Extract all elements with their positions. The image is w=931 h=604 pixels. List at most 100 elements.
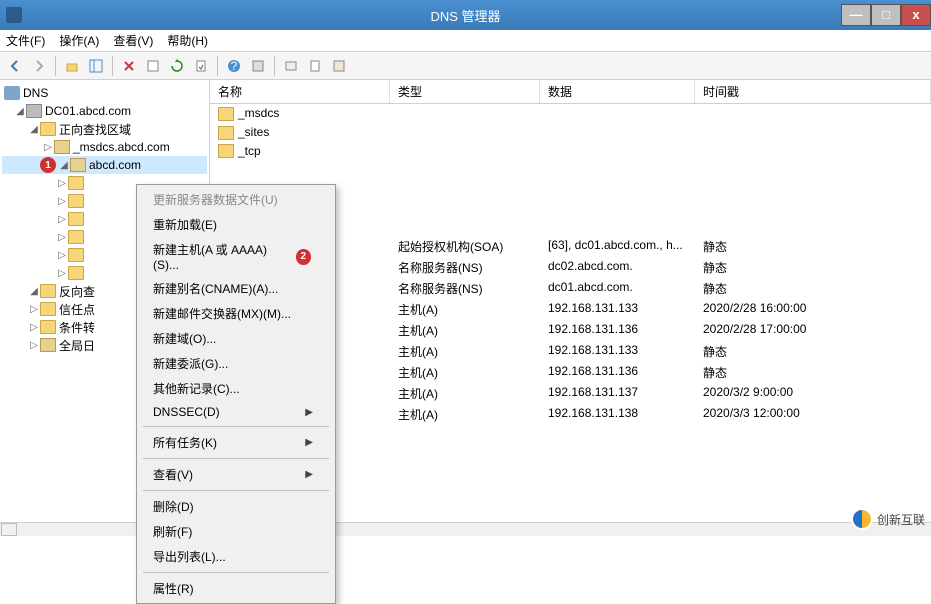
up-button[interactable] — [61, 55, 83, 77]
separator — [55, 56, 56, 76]
server-icon — [26, 104, 42, 118]
folder-icon — [218, 107, 234, 121]
tree-server[interactable]: ◢ DC01.abcd.com — [2, 102, 207, 120]
list-header: 名称 类型 数据 时间戳 — [210, 80, 931, 104]
tree-label: 信任点 — [59, 301, 95, 318]
ctx-other-records[interactable]: 其他新记录(C)... — [139, 376, 333, 401]
svg-text:?: ? — [231, 59, 238, 73]
back-button[interactable] — [4, 55, 26, 77]
properties-button[interactable] — [142, 55, 164, 77]
dns-icon — [4, 86, 20, 100]
app-icon — [6, 7, 22, 23]
expand-icon[interactable]: ▷ — [28, 322, 40, 333]
submenu-arrow-icon: ▶ — [305, 407, 313, 418]
ctx-update[interactable]: 更新服务器数据文件(U) — [139, 187, 333, 212]
minimize-button[interactable]: — — [841, 4, 871, 26]
forward-button[interactable] — [28, 55, 50, 77]
delete-button[interactable] — [118, 55, 140, 77]
ctx-new-mx[interactable]: 新建邮件交换器(MX)(M)... — [139, 301, 333, 326]
col-name[interactable]: 名称 — [210, 80, 390, 103]
expand-icon[interactable]: ▷ — [56, 196, 68, 207]
export-button[interactable] — [190, 55, 212, 77]
expand-icon[interactable]: ▷ — [56, 250, 68, 261]
folder-icon — [40, 122, 56, 136]
ctx-all-tasks[interactable]: 所有任务(K)▶ — [139, 430, 333, 455]
ctx-new-delegation[interactable]: 新建委派(G)... — [139, 351, 333, 376]
tree-label: DNS — [23, 86, 48, 100]
tree-label: 条件转 — [59, 319, 95, 336]
list-item-folder[interactable]: _tcp — [210, 142, 931, 161]
expand-icon[interactable]: ◢ — [58, 160, 70, 171]
zone-icon — [70, 158, 86, 172]
menu-action[interactable]: 操作(A) — [59, 32, 99, 49]
expand-icon[interactable]: ▷ — [28, 304, 40, 315]
expand-icon[interactable]: ◢ — [28, 124, 40, 135]
tool-button-1[interactable] — [247, 55, 269, 77]
menu-file[interactable]: 文件(F) — [6, 32, 45, 49]
tree-abcd-zone[interactable]: 1 ◢ abcd.com — [2, 156, 207, 174]
tree-msdcs-zone[interactable]: ▷ _msdcs.abcd.com — [2, 138, 207, 156]
folder-icon — [40, 284, 56, 298]
tree-label: 正向查找区域 — [59, 121, 131, 138]
folder-icon — [68, 266, 84, 280]
separator — [143, 572, 329, 573]
scroll-left-button[interactable] — [1, 523, 17, 536]
ctx-delete[interactable]: 删除(D) — [139, 494, 333, 519]
ctx-view[interactable]: 查看(V)▶ — [139, 462, 333, 487]
context-menu: 更新服务器数据文件(U) 重新加载(E) 新建主机(A 或 AAAA)(S)..… — [136, 184, 336, 604]
list-item-folder[interactable]: _sites — [210, 123, 931, 142]
folder-icon — [218, 144, 234, 158]
window-title: DNS 管理器 — [430, 6, 500, 25]
folder-icon — [40, 320, 56, 334]
window-buttons: — □ x — [841, 5, 931, 26]
separator — [112, 56, 113, 76]
tree-label: DC01.abcd.com — [45, 104, 131, 118]
expand-icon[interactable]: ▷ — [56, 214, 68, 225]
ctx-new-host[interactable]: 新建主机(A 或 AAAA)(S)...2 — [139, 237, 333, 276]
ctx-refresh[interactable]: 刷新(F) — [139, 519, 333, 544]
expand-icon[interactable]: ◢ — [28, 286, 40, 297]
list-item-folder[interactable]: _msdcs — [210, 104, 931, 123]
expand-icon[interactable]: ▷ — [28, 340, 40, 351]
expand-icon[interactable]: ▷ — [56, 232, 68, 243]
close-button[interactable]: x — [901, 4, 931, 26]
tree-forward-zone[interactable]: ◢ 正向查找区域 — [2, 120, 207, 138]
expand-icon[interactable]: ▷ — [56, 178, 68, 189]
folder-icon — [218, 126, 234, 140]
zone-icon — [54, 140, 70, 154]
expand-icon[interactable]: ▷ — [56, 268, 68, 279]
menu-view[interactable]: 查看(V) — [113, 32, 153, 49]
watermark-logo-icon — [851, 508, 873, 530]
toolbar: ? — [0, 52, 931, 80]
ctx-dnssec[interactable]: DNSSEC(D)▶ — [139, 401, 333, 423]
tree-label: _msdcs.abcd.com — [73, 140, 170, 154]
ctx-properties[interactable]: 属性(R) — [139, 576, 333, 601]
watermark-text: 创新互联 — [877, 511, 925, 528]
expand-icon[interactable]: ◢ — [14, 106, 26, 117]
tree-label: 反向查 — [59, 283, 95, 300]
help-button[interactable]: ? — [223, 55, 245, 77]
show-hide-button[interactable] — [85, 55, 107, 77]
menu-help[interactable]: 帮助(H) — [167, 32, 208, 49]
ctx-new-alias[interactable]: 新建别名(CNAME)(A)... — [139, 276, 333, 301]
separator — [143, 490, 329, 491]
refresh-button[interactable] — [166, 55, 188, 77]
ctx-export[interactable]: 导出列表(L)... — [139, 544, 333, 569]
col-data[interactable]: 数据 — [540, 80, 695, 103]
tool-button-4[interactable] — [328, 55, 350, 77]
col-time[interactable]: 时间戳 — [695, 80, 931, 103]
tree-root-dns[interactable]: DNS — [2, 84, 207, 102]
folder-icon — [40, 338, 56, 352]
ctx-reload[interactable]: 重新加载(E) — [139, 212, 333, 237]
tree-label: abcd.com — [89, 158, 141, 172]
expand-icon[interactable]: ▷ — [42, 142, 54, 153]
callout-badge-1: 1 — [40, 157, 56, 173]
col-type[interactable]: 类型 — [390, 80, 540, 103]
callout-badge-2: 2 — [296, 249, 311, 265]
tool-button-3[interactable] — [304, 55, 326, 77]
maximize-button[interactable]: □ — [871, 4, 901, 26]
tool-button-2[interactable] — [280, 55, 302, 77]
separator — [217, 56, 218, 76]
ctx-new-domain[interactable]: 新建域(O)... — [139, 326, 333, 351]
folder-icon — [68, 212, 84, 226]
